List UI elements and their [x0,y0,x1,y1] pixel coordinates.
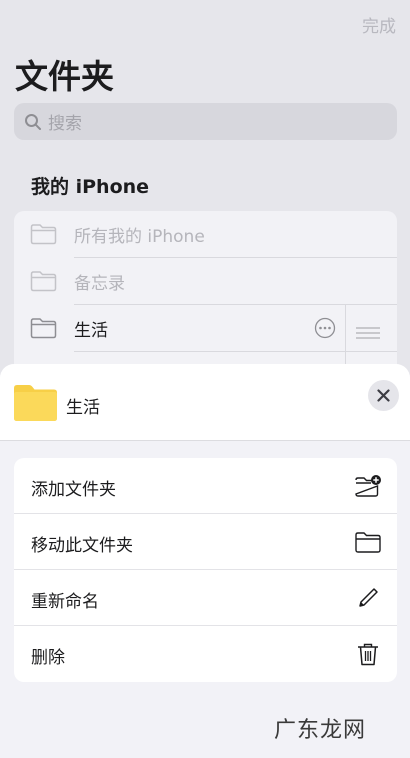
done-button[interactable]: 完成 [362,12,396,37]
folder-icon [30,271,57,292]
trash-icon [358,643,378,666]
action-label: 删除 [31,648,65,668]
action-list: 添加文件夹 移动此文件夹 重新命名 删除 [14,458,397,682]
sheet-header: 生活 [0,364,410,441]
pencil-icon [359,588,378,607]
add-folder-button[interactable]: 添加文件夹 [14,458,397,514]
folder-label: 所有我的 iPhone [74,227,205,247]
search-placeholder: 搜索 [48,114,82,134]
search-icon [25,113,41,130]
search-bar[interactable]: 搜索 [14,103,397,140]
close-button[interactable] [368,380,399,411]
action-label: 移动此文件夹 [31,536,133,556]
delete-button[interactable]: 删除 [14,626,397,682]
more-icon[interactable] [314,317,336,339]
folder-label: 生活 [74,321,108,341]
sheet-folder-name: 生活 [66,398,100,418]
watermark: 广东龙网 [274,718,367,743]
folder-icon [14,385,57,421]
folder-plus-icon [355,475,381,497]
folder-row-all-iphone[interactable]: 所有我的 iPhone [14,211,397,258]
folder-action-sheet: 生活 添加文件夹 移动此文件夹 重新命名 删除 [0,364,410,758]
folder-icon [355,532,381,553]
folder-row-life[interactable]: 生活 [14,305,397,352]
action-label: 添加文件夹 [31,480,116,500]
section-title: 我的 iPhone [31,176,150,198]
close-icon [377,389,390,402]
move-folder-button[interactable]: 移动此文件夹 [14,514,397,570]
reorder-handle-icon[interactable] [356,326,380,340]
folder-list: 所有我的 iPhone 备忘录 生活 [14,211,397,381]
page-title: 文件夹 [15,57,114,96]
folder-label: 备忘录 [74,274,125,294]
folder-icon [30,318,57,339]
folder-row-notes[interactable]: 备忘录 [14,258,397,305]
action-label: 重新命名 [31,592,99,612]
rename-button[interactable]: 重新命名 [14,570,397,626]
row-divider [74,351,397,352]
folder-icon [30,224,57,245]
